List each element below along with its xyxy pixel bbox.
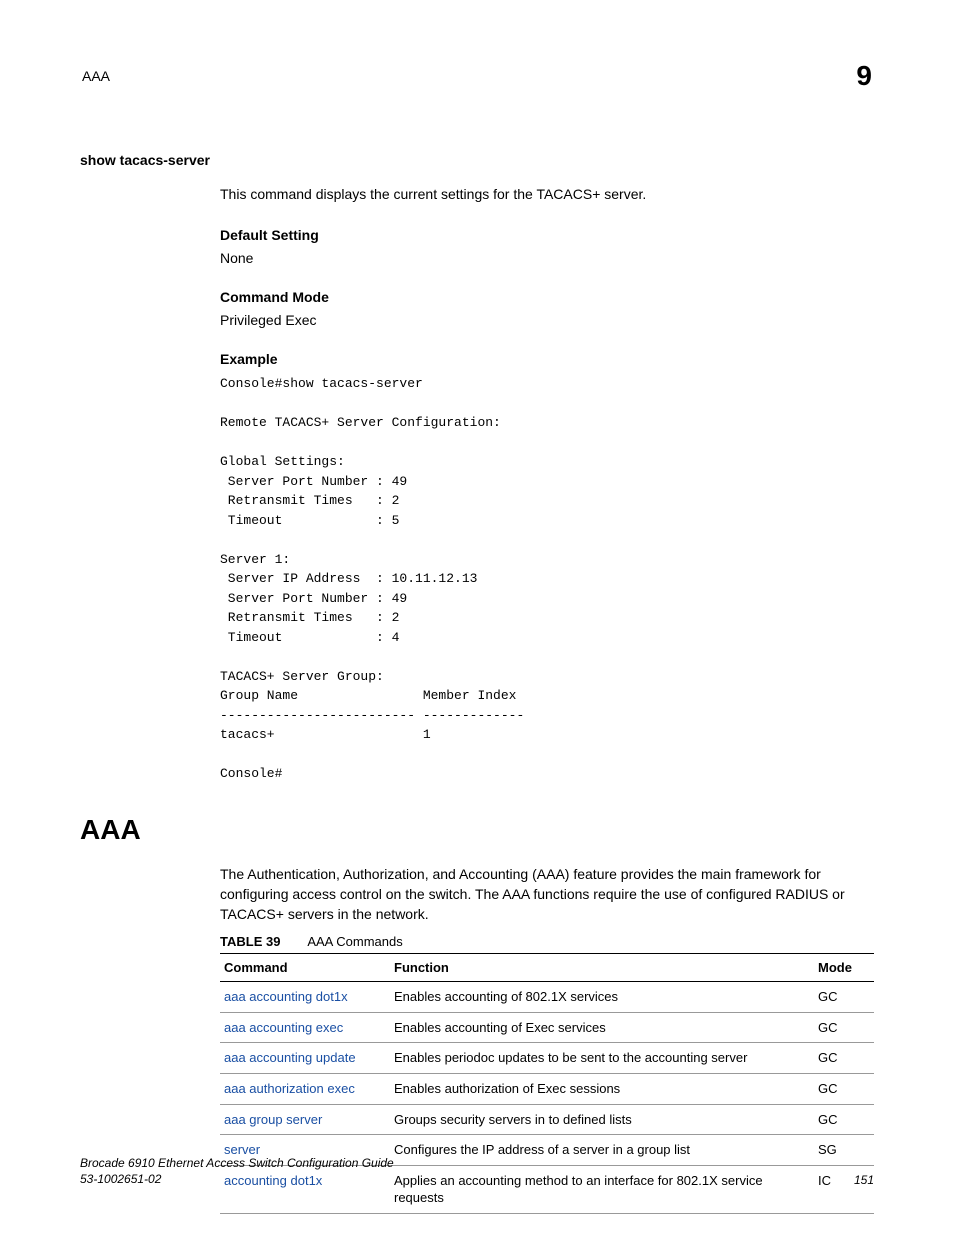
table-row: aaa group serverGroups security servers …	[220, 1104, 874, 1135]
table-row: aaa accounting updateEnables periodoc up…	[220, 1043, 874, 1074]
command-function: Enables accounting of Exec services	[390, 1012, 814, 1043]
example-label: Example	[220, 349, 874, 370]
command-link[interactable]: aaa accounting update	[220, 1043, 390, 1074]
table-header-function: Function	[390, 954, 814, 982]
command-content: This command displays the current settin…	[220, 184, 874, 784]
command-function: Enables accounting of 802.1X services	[390, 982, 814, 1013]
header-chapter-number: 9	[856, 60, 872, 92]
table-caption-text: AAA Commands	[307, 934, 402, 949]
default-setting-value: None	[220, 248, 874, 269]
table-header-row: Command Function Mode	[220, 954, 874, 982]
footer-left: Brocade 6910 Ethernet Access Switch Conf…	[80, 1155, 394, 1187]
command-function: Groups security servers in to defined li…	[390, 1104, 814, 1135]
table-header-command: Command	[220, 954, 390, 982]
page-header: AAA 9	[80, 60, 874, 92]
table-header-mode: Mode	[814, 954, 874, 982]
command-description: This command displays the current settin…	[220, 184, 874, 205]
command-function: Enables periodoc updates to be sent to t…	[390, 1043, 814, 1074]
example-code: Console#show tacacs-server Remote TACACS…	[220, 374, 874, 784]
command-mode: GC	[814, 982, 874, 1013]
table-caption-label: TABLE 39	[220, 934, 280, 949]
footer-guide-title: Brocade 6910 Ethernet Access Switch Conf…	[80, 1155, 394, 1171]
table-row: aaa accounting execEnables accounting of…	[220, 1012, 874, 1043]
command-mode-value: Privileged Exec	[220, 310, 874, 331]
command-mode: GC	[814, 1104, 874, 1135]
command-mode: GC	[814, 1043, 874, 1074]
table-caption: TABLE 39 AAA Commands	[220, 934, 874, 949]
command-link[interactable]: aaa group server	[220, 1104, 390, 1135]
command-link[interactable]: aaa accounting dot1x	[220, 982, 390, 1013]
header-section-name: AAA	[82, 68, 110, 84]
command-link[interactable]: aaa authorization exec	[220, 1074, 390, 1105]
table-row: aaa accounting dot1xEnables accounting o…	[220, 982, 874, 1013]
command-mode: GC	[814, 1074, 874, 1105]
default-setting-label: Default Setting	[220, 225, 874, 246]
command-function: Enables authorization of Exec sessions	[390, 1074, 814, 1105]
page-footer: Brocade 6910 Ethernet Access Switch Conf…	[80, 1155, 874, 1187]
command-mode: GC	[814, 1012, 874, 1043]
table-row: aaa authorization execEnables authorizat…	[220, 1074, 874, 1105]
section-heading: AAA	[80, 814, 874, 846]
footer-page-number: 151	[854, 1173, 874, 1187]
section-intro: The Authentication, Authorization, and A…	[220, 864, 874, 925]
footer-doc-number: 53-1002651-02	[80, 1171, 394, 1187]
command-mode-label: Command Mode	[220, 287, 874, 308]
command-title: show tacacs-server	[80, 152, 874, 168]
command-link[interactable]: aaa accounting exec	[220, 1012, 390, 1043]
